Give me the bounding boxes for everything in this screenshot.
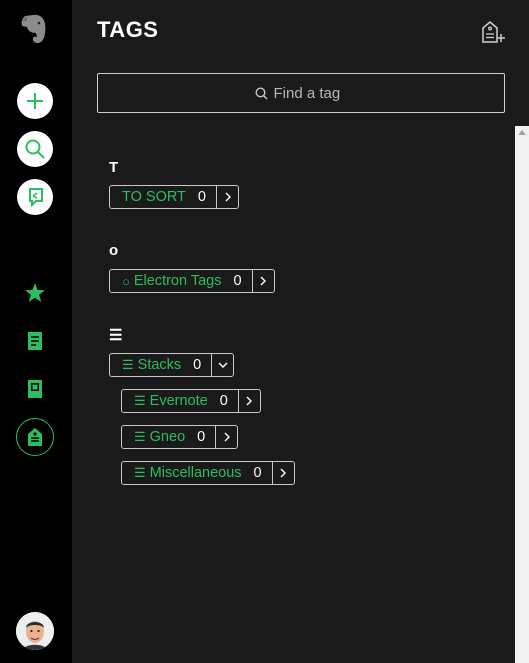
shortcuts-button[interactable] xyxy=(22,280,48,306)
tag-name: Evernote xyxy=(149,393,208,409)
notebook-icon xyxy=(28,380,42,398)
tag-name: Gneo xyxy=(149,429,186,445)
tag-label[interactable]: ○ Electron Tags xyxy=(110,270,221,292)
tags-button[interactable] xyxy=(16,418,54,456)
tag-count: 0 xyxy=(186,186,217,208)
tag-name: Miscellaneous xyxy=(149,465,242,481)
group-header-t: T xyxy=(109,159,119,176)
tag-label[interactable]: ☰ Evernote xyxy=(122,390,208,412)
avatar[interactable] xyxy=(16,612,54,650)
chevron-right-icon[interactable] xyxy=(239,390,260,412)
tag-chip[interactable]: TO SORT 0 xyxy=(109,185,239,209)
evernote-logo-icon[interactable] xyxy=(19,12,49,46)
stack-chip[interactable]: ☰ Stacks 0 xyxy=(109,353,235,377)
tag-chip[interactable]: ○ Electron Tags 0 xyxy=(109,269,275,293)
scroll-up-arrow[interactable] xyxy=(518,130,526,135)
tag-label[interactable]: ☰ Gneo xyxy=(122,426,185,448)
chevron-right-icon[interactable] xyxy=(216,426,237,448)
new-note-button[interactable] xyxy=(17,83,53,119)
search-input[interactable] xyxy=(273,84,348,102)
chevron-right-icon[interactable] xyxy=(273,462,294,484)
star-icon xyxy=(25,283,45,302)
tag-label[interactable]: ☰ Stacks xyxy=(110,354,181,376)
tag-icon xyxy=(28,428,42,446)
tag-count: 0 xyxy=(185,426,217,448)
chevron-right-icon[interactable] xyxy=(217,186,238,208)
chevron-right-icon[interactable] xyxy=(253,270,274,292)
search-button[interactable] xyxy=(17,131,53,167)
stack-icon: ☰ xyxy=(134,429,146,444)
tag-name[interactable]: TO SORT xyxy=(110,186,186,208)
scrollbar[interactable] xyxy=(515,126,529,663)
plus-icon xyxy=(27,93,43,109)
group-header-o: o xyxy=(109,242,119,259)
tag-name: Electron Tags xyxy=(133,273,222,289)
notebooks-button[interactable] xyxy=(22,376,48,402)
tag-count: 0 xyxy=(181,354,213,376)
work-chat-button[interactable] xyxy=(17,179,53,215)
notes-button[interactable] xyxy=(22,328,48,354)
tag-count: 0 xyxy=(242,462,273,484)
note-icon xyxy=(28,332,42,350)
circle-icon: ○ xyxy=(122,273,130,289)
page-title: TAGS xyxy=(97,17,159,42)
chevron-down-icon[interactable] xyxy=(212,354,233,376)
chat-icon xyxy=(29,188,43,208)
sidebar xyxy=(0,0,72,663)
search-field[interactable] xyxy=(97,73,505,113)
tag-chip[interactable]: ☰ Evernote 0 xyxy=(121,389,261,413)
tag-count: 0 xyxy=(208,390,239,412)
new-tag-button[interactable] xyxy=(480,20,506,44)
group-header-stacks: ☰ xyxy=(109,327,123,344)
stack-icon: ☰ xyxy=(134,465,146,480)
tag-name: Stacks xyxy=(137,357,182,373)
tag-chip[interactable]: ☰ Miscellaneous 0 xyxy=(121,461,295,485)
tags-panel: TAGS T TO SORT 0 o ○ Electron Tags xyxy=(72,0,529,663)
search-icon xyxy=(25,139,45,159)
stack-icon: ☰ xyxy=(134,393,146,408)
stack-icon: ☰ xyxy=(122,357,134,372)
tag-count: 0 xyxy=(221,270,253,292)
add-tag-icon xyxy=(482,21,505,43)
tag-chip[interactable]: ☰ Gneo 0 xyxy=(121,425,239,449)
tag-label[interactable]: ☰ Miscellaneous xyxy=(122,462,242,484)
search-icon xyxy=(254,86,267,99)
